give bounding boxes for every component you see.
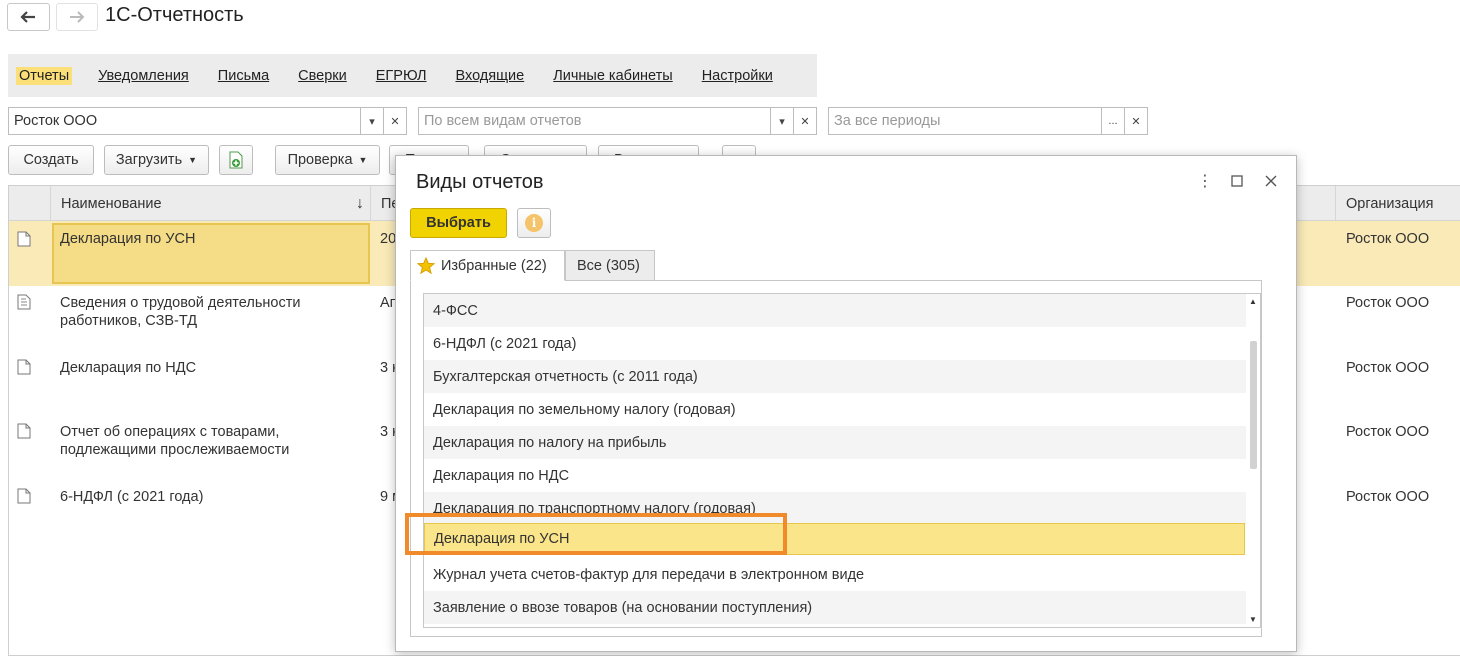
row-organization: Росток ООО — [1346, 295, 1430, 311]
chevron-down-icon: ▼ — [188, 155, 198, 165]
info-icon: i — [525, 214, 543, 232]
dialog-title: Виды отчетов — [416, 171, 544, 193]
period-filter[interactable]: За все периоды ... ✕ — [828, 107, 1148, 135]
dropdown-icon[interactable]: ▾ — [360, 108, 383, 134]
section-reconciliations[interactable]: Сверки — [298, 68, 347, 84]
report-kinds-list: 4-ФСС 6-НДФЛ (с 2021 года) Бухгалтерская… — [423, 293, 1261, 628]
choose-button[interactable]: Выбрать — [410, 208, 507, 238]
more-icon[interactable]: ⋮ — [1196, 172, 1214, 190]
report-kinds-dialog: Виды отчетов ⋮ Выбрать i Избранные (22) … — [395, 155, 1297, 652]
row-organization: Росток ООО — [1346, 231, 1430, 247]
chevron-down-icon: ▼ — [358, 155, 368, 165]
section-notifications[interactable]: Уведомления — [98, 68, 189, 84]
row-name: Сведения о трудовой деятельности работни… — [60, 295, 301, 329]
list-item[interactable]: Декларация по НДС — [424, 459, 1246, 492]
info-button[interactable]: i — [517, 208, 551, 238]
scroll-down-icon[interactable]: ▼ — [1249, 615, 1257, 624]
row-name: 6-НДФЛ (с 2021 года) — [60, 489, 204, 505]
scroll-thumb[interactable] — [1250, 341, 1257, 469]
section-egrul[interactable]: ЕГРЮЛ — [376, 68, 427, 84]
section-tabs: Отчеты Уведомления Письма Сверки ЕГРЮЛ В… — [8, 54, 817, 97]
report-kind-placeholder: По всем видам отчетов — [424, 113, 582, 129]
tab-favorites-label: Избранные (22) — [441, 257, 547, 274]
row-organization: Росток ООО — [1346, 360, 1430, 376]
list-item[interactable]: Декларация по земельному налогу (годовая… — [424, 393, 1246, 426]
highlight-frame — [405, 513, 787, 555]
list-item[interactable]: Заявление о ввозе товаров (на основании … — [424, 591, 1246, 624]
document-icon — [17, 231, 31, 247]
sort-down-icon: ↓ — [356, 194, 364, 212]
load-button[interactable]: Загрузить ▼ — [104, 145, 209, 175]
clear-icon[interactable]: ✕ — [383, 108, 406, 134]
tab-favorites[interactable]: Избранные (22) — [410, 250, 565, 281]
document-icon — [17, 488, 31, 504]
check-label: Проверка — [287, 152, 353, 168]
period-placeholder: За все периоды — [834, 113, 941, 129]
app-title: 1С-Отчетность — [105, 4, 244, 26]
row-name: Декларация по УСН — [60, 231, 196, 247]
report-kind-filter[interactable]: По всем видам отчетов ▾ ✕ — [418, 107, 817, 135]
row-name: Отчет об операциях с товарами, подлежащи… — [60, 424, 290, 458]
clear-icon[interactable]: ✕ — [1124, 108, 1147, 134]
excel-upload-icon — [229, 151, 243, 169]
row-organization: Росток ООО — [1346, 489, 1430, 505]
clear-icon[interactable]: ✕ — [793, 108, 816, 134]
section-reports[interactable]: Отчеты — [16, 66, 73, 85]
choose-period-icon[interactable]: ... — [1101, 108, 1124, 134]
upload-file-button[interactable] — [219, 145, 253, 175]
back-button[interactable] — [7, 3, 50, 31]
document-icon — [17, 359, 31, 375]
header-name-label: Наименование — [61, 195, 162, 212]
list-item[interactable]: 6-НДФЛ (с 2021 года) — [424, 327, 1246, 360]
close-icon[interactable] — [1262, 172, 1280, 190]
section-incoming[interactable]: Входящие — [455, 68, 524, 84]
section-personal-accounts[interactable]: Личные кабинеты — [553, 68, 672, 84]
maximize-icon[interactable] — [1228, 172, 1246, 190]
check-button[interactable]: Проверка ▼ — [275, 145, 380, 175]
forward-arrow-icon — [69, 11, 85, 23]
row-name: Декларация по НДС — [60, 360, 197, 376]
organization-value: Росток ООО — [14, 113, 98, 129]
history-nav — [7, 3, 104, 33]
organization-filter[interactable]: Росток ООО ▾ ✕ — [8, 107, 407, 135]
back-arrow-icon — [20, 11, 36, 23]
row-organization: Росток ООО — [1346, 424, 1430, 440]
load-label: Загрузить — [115, 152, 183, 168]
header-organization[interactable]: Организация — [1335, 186, 1460, 221]
scroll-up-icon[interactable]: ▲ — [1249, 297, 1257, 306]
section-settings[interactable]: Настройки — [702, 68, 773, 84]
create-button[interactable]: Создать — [8, 145, 94, 175]
row-period: 20 — [380, 231, 397, 247]
header-icon-col — [9, 186, 50, 221]
document-stack-icon — [17, 294, 31, 310]
star-icon — [417, 256, 435, 274]
list-item[interactable]: Декларация по налогу на прибыль — [424, 426, 1246, 459]
header-name[interactable]: Наименование ↓ — [50, 186, 370, 221]
list-item[interactable]: 4-ФСС — [424, 294, 1246, 327]
section-letters[interactable]: Письма — [218, 68, 269, 84]
dropdown-icon[interactable]: ▾ — [770, 108, 793, 134]
list-scrollbar[interactable]: ▲ ▼ — [1248, 296, 1258, 625]
list-item[interactable]: Бухгалтерская отчетность (с 2011 года) — [424, 360, 1246, 393]
list-item[interactable]: Журнал учета счетов-фактур для передачи … — [424, 558, 1246, 591]
document-icon — [17, 423, 31, 439]
tab-all[interactable]: Все (305) — [565, 250, 655, 281]
favorites-panel: 4-ФСС 6-НДФЛ (с 2021 года) Бухгалтерская… — [410, 280, 1262, 637]
forward-button[interactable] — [55, 3, 98, 31]
